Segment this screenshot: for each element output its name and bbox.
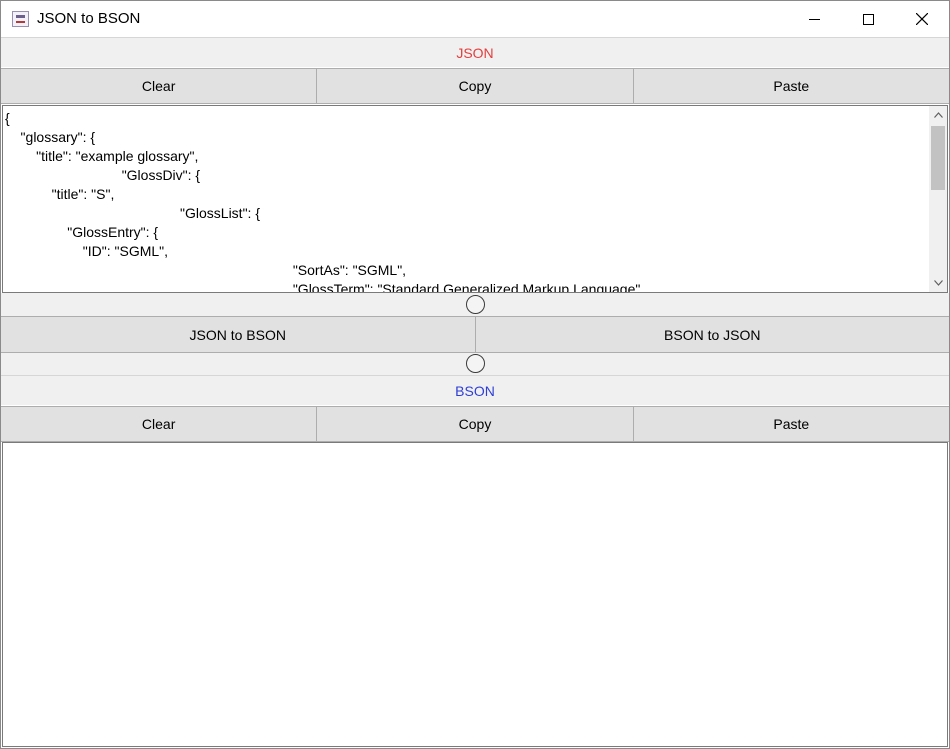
json-clear-button[interactable]: Clear [1, 69, 318, 103]
splitter-handle-bottom[interactable] [466, 354, 485, 373]
bson-copy-button[interactable]: Copy [317, 407, 634, 441]
minimize-button[interactable] [787, 1, 841, 37]
scroll-up-arrow-icon[interactable] [929, 106, 947, 124]
json-section-header: JSON [1, 37, 949, 67]
json-copy-button[interactable]: Copy [317, 69, 634, 103]
json-toolbar: Clear Copy Paste [1, 68, 949, 104]
app-window: JSON to BSON JSON Clear Copy Paste { "gl… [0, 0, 950, 749]
json-input-text[interactable]: { "glossary": { "title": "example glossa… [5, 109, 927, 292]
maximize-button[interactable] [841, 1, 895, 37]
json-vertical-scrollbar[interactable] [929, 106, 947, 292]
bson-to-json-button[interactable]: BSON to JSON [475, 317, 949, 352]
window-title: JSON to BSON [37, 10, 141, 27]
app-icon [12, 11, 29, 27]
json-to-bson-button[interactable]: JSON to BSON [1, 317, 476, 352]
bson-section-header: BSON [1, 375, 949, 405]
scroll-thumb[interactable] [931, 126, 945, 190]
bson-toolbar: Clear Copy Paste [1, 406, 949, 442]
json-paste-button[interactable]: Paste [633, 69, 949, 103]
close-icon [916, 13, 928, 25]
title-bar[interactable]: JSON to BSON [1, 1, 949, 37]
convert-toolbar: JSON to BSON BSON to JSON [1, 316, 949, 353]
bson-output-textarea[interactable] [2, 442, 948, 747]
bson-paste-button[interactable]: Paste [633, 407, 949, 441]
scroll-down-arrow-icon[interactable] [929, 274, 947, 292]
minimize-icon [808, 14, 820, 25]
json-input-textarea[interactable]: { "glossary": { "title": "example glossa… [2, 105, 948, 293]
bson-clear-button[interactable]: Clear [1, 407, 318, 441]
close-button[interactable] [895, 1, 949, 37]
maximize-icon [862, 13, 874, 25]
splitter-handle-top[interactable] [466, 295, 485, 314]
